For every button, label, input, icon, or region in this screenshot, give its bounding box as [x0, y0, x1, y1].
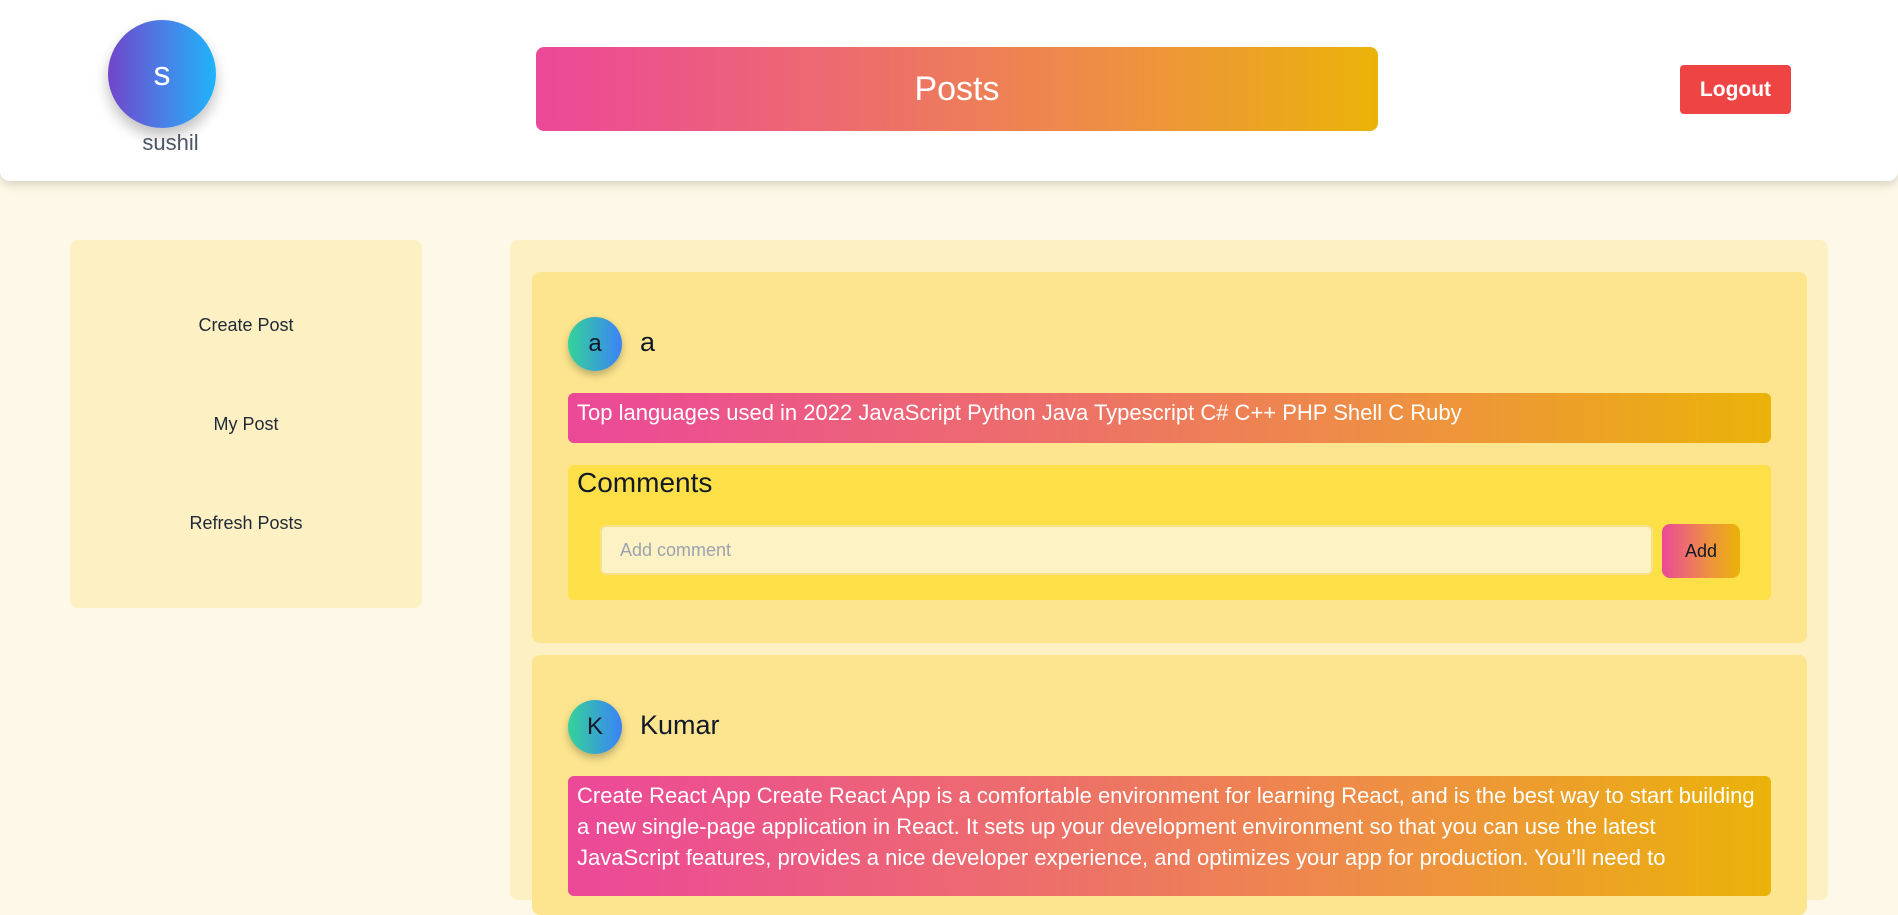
username-label: sushil — [142, 130, 199, 155]
page-title: Posts — [536, 47, 1378, 131]
app-header: s sushil Posts Logout — [0, 0, 1898, 181]
logout-button[interactable]: Logout — [1680, 65, 1791, 114]
author-avatar: a — [568, 317, 622, 371]
post-content: Top languages used in 2022 JavaScript Py… — [568, 393, 1771, 443]
sidebar-item-refresh-posts[interactable]: Refresh Posts — [70, 513, 422, 534]
comments-title: Comments — [577, 467, 713, 498]
sidebar: Create Post My Post Refresh Posts — [70, 240, 422, 608]
post-card: K Kumar Create React App Create React Ap… — [532, 655, 1807, 915]
comments-section: Comments Add — [568, 465, 1771, 600]
sidebar-item-my-post[interactable]: My Post — [70, 414, 422, 435]
post-author: a — [640, 327, 656, 357]
add-comment-button[interactable]: Add — [1662, 524, 1740, 578]
sidebar-item-create-post[interactable]: Create Post — [70, 315, 422, 336]
post-card: a a Top languages used in 2022 JavaScrip… — [532, 272, 1807, 643]
post-author: Kumar — [640, 710, 720, 740]
author-avatar: K — [568, 700, 622, 754]
post-content: Create React App Create React App is a c… — [568, 776, 1771, 896]
comment-input[interactable] — [600, 525, 1653, 575]
posts-feed: a a Top languages used in 2022 JavaScrip… — [510, 240, 1828, 915]
user-avatar[interactable]: s — [108, 20, 216, 128]
